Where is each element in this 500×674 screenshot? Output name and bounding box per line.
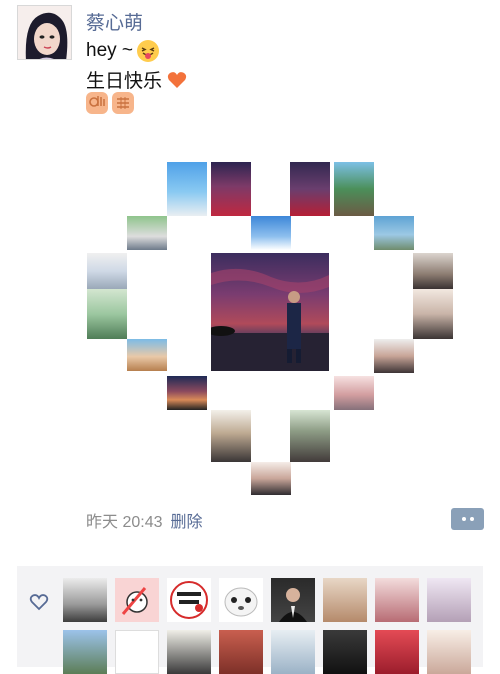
fist-emoji-icon [112,92,134,114]
photo-tile[interactable] [290,162,330,216]
photo-tile[interactable] [334,162,374,216]
avatar-illustration [18,6,71,59]
author-avatar[interactable] [17,5,72,60]
post-text-line-2: 生日快乐 [86,66,188,93]
heart-outline-icon [29,594,49,611]
liker-avatar[interactable] [115,630,159,674]
photo-tile[interactable] [251,216,291,250]
liker-avatar[interactable] [323,630,367,674]
photo-tile[interactable] [87,289,127,339]
photo-tile[interactable] [334,376,374,410]
photo-tile[interactable] [413,289,453,339]
author-name[interactable]: 蔡心萌 [86,8,143,35]
post-text-line-3 [86,92,134,114]
post-text-hey: hey ~ [86,40,134,61]
heart-photo-collage[interactable] [87,162,453,495]
post-text-birthday: 生日快乐 [86,71,163,92]
liker-avatar[interactable] [63,578,107,622]
liker-avatar[interactable] [375,630,419,674]
photo-tile[interactable] [167,376,207,410]
liker-avatar[interactable] [427,630,471,674]
liker-avatar[interactable] [375,578,419,622]
photo-tile[interactable] [374,339,414,373]
post-text-line-1: hey ~ [86,40,160,62]
photo-tile[interactable] [127,216,167,250]
tongue-out-emoji-icon [137,40,160,62]
photo-tile[interactable] [413,253,453,289]
post-time: 昨天 20:43 [86,514,163,531]
liker-avatar[interactable] [219,578,263,622]
liker-avatar[interactable] [427,578,471,622]
photo-tile[interactable] [290,410,330,462]
photo-tile[interactable] [211,162,251,216]
more-dots-icon[interactable] [451,508,484,530]
photo-tile[interactable] [87,253,127,289]
liker-avatar[interactable] [271,630,315,674]
photo-tile[interactable] [374,216,414,250]
likes-panel [17,566,483,674]
liker-avatar[interactable] [167,578,211,622]
orange-heart-emoji-icon [166,69,188,91]
photo-tile[interactable] [167,162,207,216]
photo-tile[interactable] [251,462,291,495]
liker-avatar[interactable] [271,578,315,622]
ok-hand-emoji-icon [86,92,108,114]
liker-avatar[interactable] [323,578,367,622]
photo-tile[interactable] [127,339,167,371]
liker-avatar[interactable] [219,630,263,674]
post-meta: 昨天 20:43 删除 [86,508,203,532]
dot [461,517,466,521]
dot [469,517,474,521]
liker-avatar[interactable] [63,630,107,674]
delete-button[interactable]: 删除 [171,514,203,531]
photo-tile[interactable] [211,410,251,462]
center-photo-tile[interactable] [211,253,329,371]
liker-avatar[interactable] [167,630,211,674]
liker-avatar[interactable] [115,578,159,622]
